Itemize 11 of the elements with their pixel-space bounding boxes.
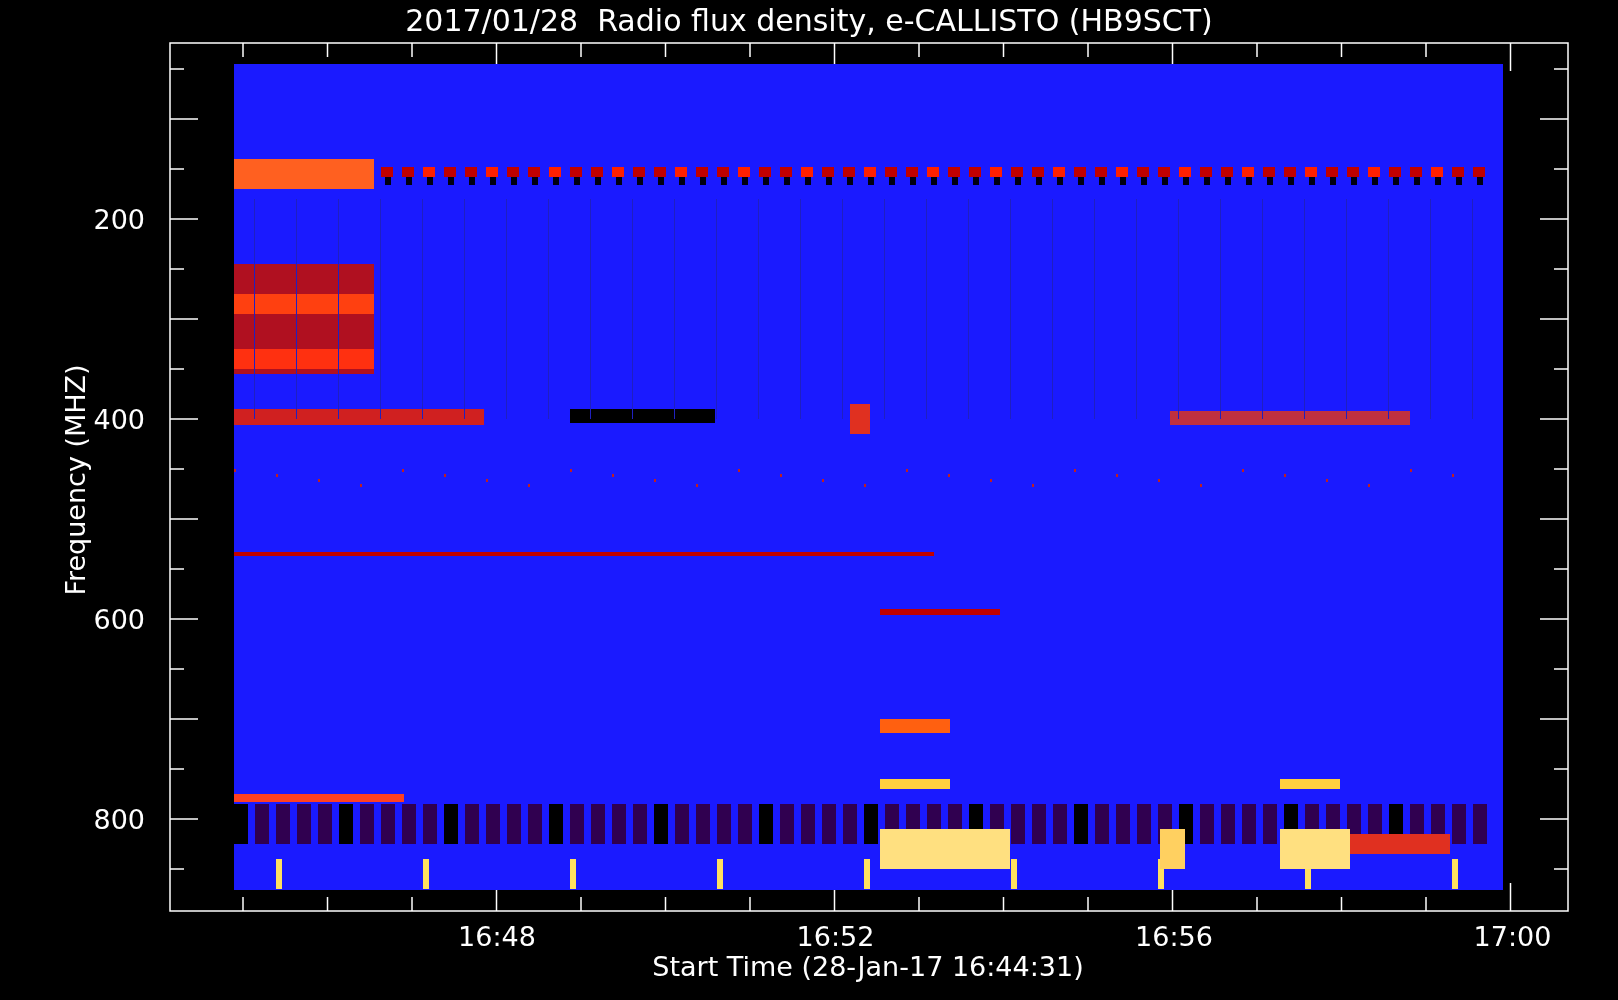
y-tick-label: 800 <box>93 804 145 835</box>
y-tick-label: 400 <box>93 404 145 435</box>
chart-title: 2017/01/28 Radio flux density, e-CALLISTO (HB9SCT) <box>405 3 1213 38</box>
y-tick-label: 200 <box>93 204 145 235</box>
x-tick-label: 17:00 <box>1473 921 1552 952</box>
x-tick-label: 16:48 <box>458 921 536 952</box>
x-axis-label: Start Time (28-Jan-17 16:44:31) <box>652 951 1084 982</box>
y-axis-label: Frequency (MHZ) <box>60 364 91 596</box>
x-tick-label: 16:52 <box>796 921 875 952</box>
x-tick-label: 16:56 <box>1135 921 1213 952</box>
y-tick-label: 600 <box>93 604 145 635</box>
